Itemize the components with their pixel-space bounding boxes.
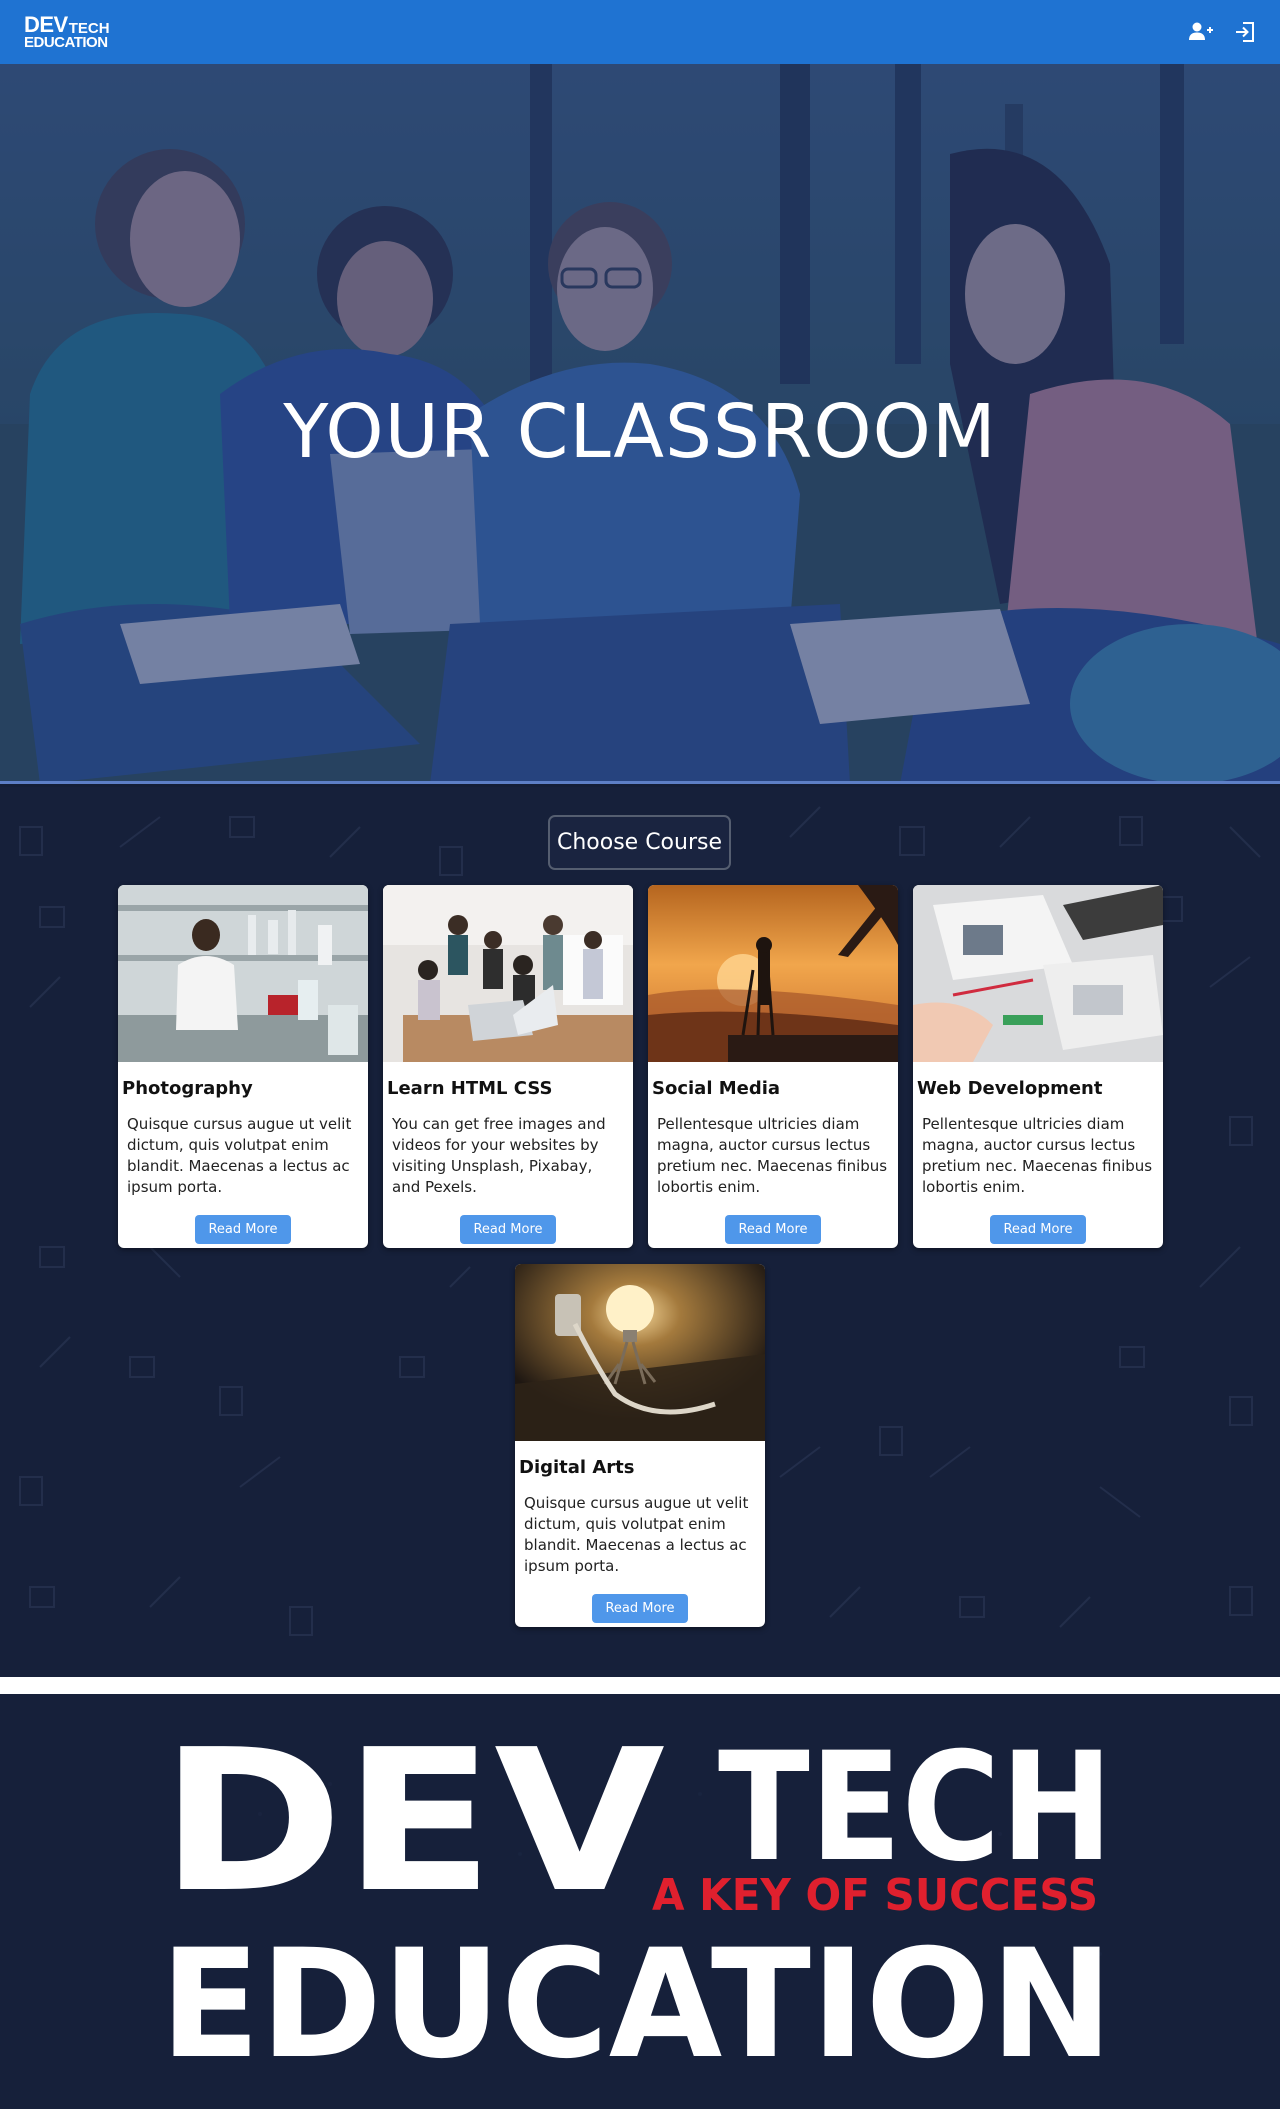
logo-dev-text: DEV xyxy=(24,12,68,37)
laboratory-image xyxy=(118,885,368,1062)
footer-logo-education: EDUCATION xyxy=(160,1918,1113,2092)
course-description: Pellentesque ultricies diam magna, aucto… xyxy=(657,1115,888,1196)
course-description: Quisque cursus augue ut velit dictum, qu… xyxy=(524,1494,749,1575)
navbar: DEV TECH EDUCATION xyxy=(0,0,1280,64)
course-description: Pellentesque ultricies diam magna, aucto… xyxy=(922,1115,1153,1196)
course-card-web-development: Web Development Pellentesque ultricies d… xyxy=(913,885,1163,1248)
footer-brand-logo: DEV TECH A KEY OF SUCCESS EDUCATION xyxy=(160,1708,1113,2092)
nav-actions xyxy=(1188,19,1258,45)
course-description: You can get free images and videos for y… xyxy=(392,1115,606,1196)
add-user-icon[interactable] xyxy=(1188,19,1214,45)
read-more-button[interactable]: Read More xyxy=(460,1215,556,1244)
course-card-html-css: Learn HTML CSS You can get free images a… xyxy=(383,885,633,1248)
footer-logo-dev: DEV xyxy=(160,1708,665,1936)
course-description: Quisque cursus augue ut velit dictum, qu… xyxy=(127,1115,352,1196)
hero-title: YOUR CLASSROOM xyxy=(283,389,997,475)
course-title: Digital Arts xyxy=(519,1457,635,1478)
footer-logo-tech: TECH xyxy=(718,1721,1113,1895)
footer: DEV TECH A KEY OF SUCCESS EDUCATION xyxy=(0,1694,1280,2109)
read-more-button[interactable]: Read More xyxy=(990,1215,1086,1244)
site-logo[interactable]: DEV TECH EDUCATION xyxy=(24,12,110,51)
course-card-digital-arts: Digital Arts Quisque cursus augue ut vel… xyxy=(515,1264,765,1627)
photographer-sunset-image xyxy=(648,885,898,1062)
lightbulb-figure-image xyxy=(515,1264,765,1441)
section-divider xyxy=(0,1677,1280,1694)
design-desk-image xyxy=(913,885,1163,1062)
hero-banner: YOUR CLASSROOM xyxy=(0,64,1280,784)
course-title: Photography xyxy=(122,1078,253,1099)
choose-course-button[interactable]: Choose Course xyxy=(548,815,731,870)
course-card-photography: Photography Quisque cursus augue ut veli… xyxy=(118,885,368,1248)
sign-in-icon[interactable] xyxy=(1232,19,1258,45)
students-laptop-image xyxy=(383,885,633,1062)
course-title: Web Development xyxy=(917,1078,1103,1099)
courses-section: Choose Course Photography Quisque cursus… xyxy=(0,787,1280,1677)
footer-logo-tagline: A KEY OF SUCCESS xyxy=(652,1870,1098,1921)
course-card-social-media: Social Media Pellentesque ultricies diam… xyxy=(648,885,898,1248)
logo-education-text: EDUCATION xyxy=(24,34,108,51)
course-title: Learn HTML CSS xyxy=(387,1078,553,1099)
course-title: Social Media xyxy=(652,1078,781,1099)
read-more-button[interactable]: Read More xyxy=(195,1215,291,1244)
read-more-button[interactable]: Read More xyxy=(725,1215,821,1244)
read-more-button[interactable]: Read More xyxy=(592,1594,688,1623)
